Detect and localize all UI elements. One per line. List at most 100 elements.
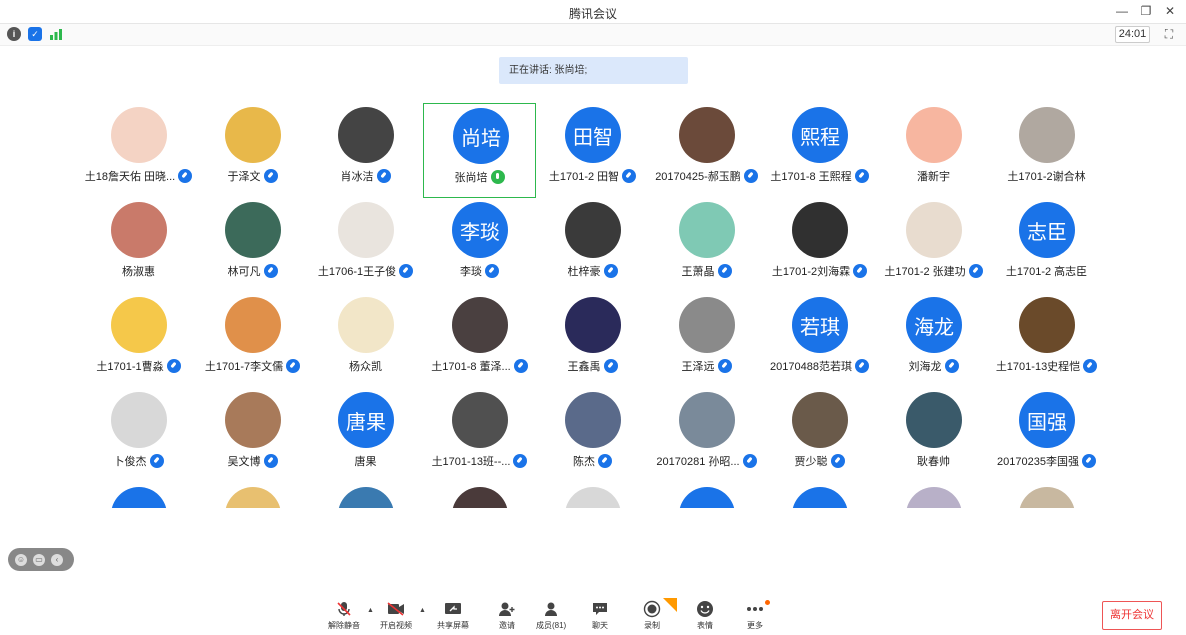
participant-name: 肖冰洁 [340,171,374,183]
participant-tile[interactable] [196,483,309,508]
participant-tile[interactable]: 田智土1701-2 田智 [536,103,649,198]
participant-tile[interactable]: 卜俊杰 [82,388,195,483]
participant-tile[interactable]: 土1701-8 董泽... [423,293,536,388]
participant-tile[interactable]: 潘新宇 [877,103,990,198]
participant-name: 王鑫禹 [567,361,601,373]
avatar [792,202,848,258]
participant-tile[interactable]: 吴文博 [196,388,309,483]
participant-tile[interactable]: 土1701-7李文儒 [196,293,309,388]
participant-tile[interactable]: 土1701-1曹淼 [82,293,195,388]
participant-tile[interactable]: 王泽远 [650,293,763,388]
participant-tile[interactable]: 土1701-13班--... [423,388,536,483]
participant-name-row: 肖冰洁 [309,168,422,184]
participant-tile[interactable] [423,483,536,508]
avatar-initials: 李琰 [460,221,500,244]
leave-meeting-button[interactable]: 离开会议 [1102,601,1162,630]
participant-tile[interactable] [990,483,1103,508]
fullscreen-icon[interactable]: ⛶ [1162,27,1176,41]
participant-tile[interactable]: 陈杰 [536,388,649,483]
participant-name-row: 20170235李国强 [990,453,1103,469]
participant-tile[interactable]: 杨淑惠 [82,198,195,293]
participant-name-row: 张尚培 [424,169,535,185]
restore-icon[interactable]: ❐ [1138,3,1154,19]
signal-icon[interactable] [49,27,63,41]
participant-tile[interactable]: 肖冰洁 [309,103,422,198]
participant-tile[interactable]: 20170425-郝玉鹏 [650,103,763,198]
audio-options-chevron-icon[interactable]: ▲ [367,607,374,614]
avatar: 李琰 [452,202,508,258]
participant-tile[interactable]: 李琰 李琰 [423,198,536,293]
bottom-toolbar: 解除静音 ▲ 开启视频 ▲ 共享屏幕 邀请 成员(81) 聊天 录制 表情 更多 [0,598,1186,635]
emoji-button[interactable]: 表情 [695,600,715,631]
participant-tile[interactable]: 杨众凯 [309,293,422,388]
participant-name-row: 王萧晶 [650,263,763,279]
minimize-icon[interactable]: — [1114,3,1130,19]
participant-tile[interactable]: 王萧晶 [650,198,763,293]
mic-icon [513,359,528,373]
participant-name: 土1701-2 田智 [548,171,620,183]
avatar-initials: 唐果 [346,411,386,434]
mic-icon [968,264,983,278]
avatar [452,487,508,508]
participant-tile[interactable]: 若琪 20170488范若琪 [763,293,876,388]
participant-name: 于泽文 [227,171,261,183]
participant-tile[interactable]: 土1701-2 张建功 [877,198,990,293]
participant-tile[interactable]: 志臣 土1701-2 高志臣 [990,198,1103,293]
info-icon[interactable]: i [7,27,21,41]
participant-tile[interactable] [763,483,876,508]
participant-tile[interactable] [536,483,649,508]
participant-name-row: 杨众凯 [309,358,422,374]
floating-mini-toolbar[interactable]: ☺ ▭ ‹ [8,548,74,571]
participant-tile[interactable]: 土1701-13史程恺 [990,293,1103,388]
participant-tile[interactable]: 尚培 张尚培 [423,103,536,198]
participant-name: 卜俊杰 [113,456,147,468]
participant-tile[interactable] [650,483,763,508]
participant-name: 土1701-2 张建功 [884,266,966,278]
participant-name: 耿春帅 [917,456,950,468]
participant-tile[interactable]: 20170281 孙昭... [650,388,763,483]
chat-icon[interactable]: ▭ [33,553,45,566]
participant-name: 20170425-郝玉鹏 [655,171,741,183]
avatar: 田智 [565,107,621,163]
participant-tile[interactable]: 王鑫禹 [536,293,649,388]
collapse-icon[interactable]: ‹ [51,553,63,566]
participant-tile[interactable]: 熙程 土1701-8 王熙程 [763,103,876,198]
video-options-chevron-icon[interactable]: ▲ [419,607,426,614]
chat-button[interactable]: 聊天 [590,600,610,631]
participant-tile[interactable]: 于泽文 [196,103,309,198]
members-button[interactable]: 成员(81) [536,600,566,631]
start-video-button[interactable]: 开启视频 [380,600,412,631]
unmute-button[interactable]: 解除静音 [328,600,360,631]
emoji-icon[interactable]: ☺ [15,553,27,566]
participant-tile[interactable]: 土1701-2刘海霖 [763,198,876,293]
avatar [111,202,167,258]
participant-name: 林可凡 [227,266,261,278]
avatar [565,487,621,508]
participant-name-row: 土1701-13班--... [423,453,536,469]
participant-tile[interactable]: 唐果 唐果 [309,388,422,483]
avatar [792,487,848,508]
share-screen-button[interactable]: 共享屏幕 [437,600,469,631]
participant-tile[interactable] [877,483,990,508]
avatar-initials: 田智 [573,126,613,149]
participant-tile[interactable]: 贾少聪 [763,388,876,483]
participant-tile[interactable] [309,483,422,508]
participant-tile[interactable]: 海龙 刘海龙 [877,293,990,388]
participant-name-row: 土1701-2刘海霖 [763,263,876,279]
shield-icon[interactable]: ✓ [28,27,42,41]
participant-name-row: 20170281 孙昭... [650,453,763,469]
close-icon[interactable]: ✕ [1162,3,1178,19]
participant-tile[interactable]: 土1706-1王子俊 [309,198,422,293]
record-button[interactable]: 录制 [642,600,662,631]
more-button[interactable]: 更多 [745,600,765,631]
participant-tile[interactable]: 土1701-2谢合林 [990,103,1103,198]
participant-tile[interactable] [82,483,195,508]
avatar [338,487,394,508]
participant-tile[interactable]: 林可凡 [196,198,309,293]
invite-button[interactable]: 邀请 [497,600,517,631]
participant-name: 贾少聪 [794,456,828,468]
participant-tile[interactable]: 杜梓豪 [536,198,649,293]
participant-tile[interactable]: 耿春帅 [877,388,990,483]
participant-tile[interactable]: 土18詹天佑 田晓... [82,103,195,198]
participant-tile[interactable]: 国强 20170235李国强 [990,388,1103,483]
